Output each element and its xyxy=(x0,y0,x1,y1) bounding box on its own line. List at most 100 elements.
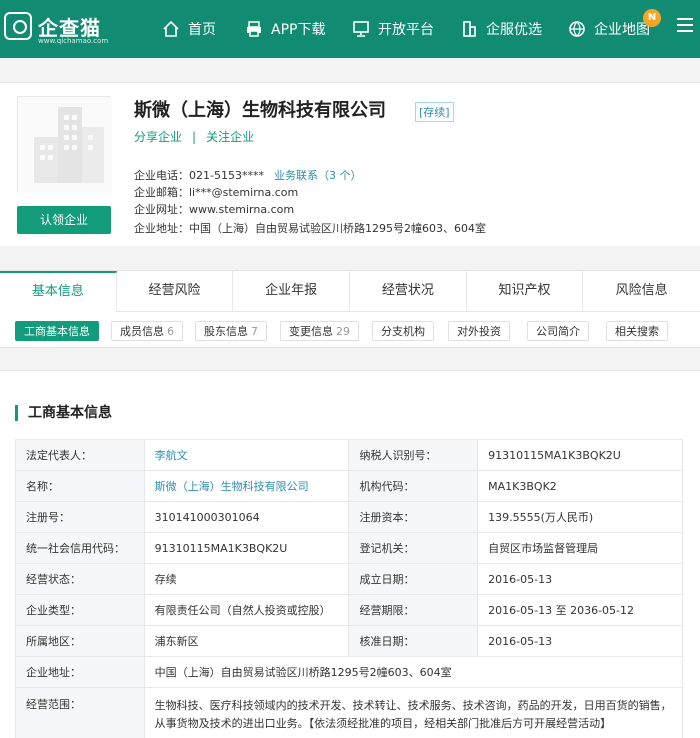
company-website-line: 企业网址：www.stemirna.com xyxy=(134,201,294,217)
monitor-icon xyxy=(353,21,369,37)
business-contact-link[interactable]: 业务联系（3 个） xyxy=(274,169,362,182)
company-email-line: 企业邮箱：li***@stemirna.com xyxy=(134,184,298,200)
tab-annual-report[interactable]: 企业年报 xyxy=(233,271,351,312)
table-row: 经营状态： 存续 成立日期： 2016-05-13 xyxy=(15,563,683,595)
subtab-business-info[interactable]: 工商基本信息 xyxy=(15,321,99,341)
tab-operation-risk[interactable]: 经营风险 xyxy=(117,271,234,312)
address-row-label: 企业地址： xyxy=(15,656,145,688)
subtab-label: 相关搜索 xyxy=(615,325,659,338)
new-badge: N xyxy=(643,9,661,27)
website-label: 企业网址： xyxy=(134,203,189,216)
op-term-value: 2016-05-13 至 2036-05-12 xyxy=(477,594,683,626)
subtab-count: 29 xyxy=(336,325,350,338)
company-phone-line: 企业电话：021-5153**** 业务联系（3 个） xyxy=(134,167,361,183)
company-type-label: 企业类型： xyxy=(15,594,145,626)
founded-date-label: 成立日期： xyxy=(348,563,479,595)
subtab-label: 对外投资 xyxy=(457,325,501,338)
subtab-label: 股东信息 xyxy=(204,325,248,338)
section-title: 工商基本信息 xyxy=(15,405,112,421)
phone-label: 企业电话： xyxy=(134,169,189,182)
building-placeholder-icon xyxy=(18,97,112,193)
main-tabs: 基本信息 经营风险 企业年报 经营状况 知识产权 风险信息 xyxy=(0,270,700,312)
nav-open-platform[interactable]: 开放平台 xyxy=(352,18,434,40)
subtab-company-intro[interactable]: 公司简介 xyxy=(527,321,589,341)
subtab-count: 6 xyxy=(167,325,174,338)
address-row-value: 中国（上海）自由贸易试验区川桥路1295号2幢603、604室 xyxy=(143,656,684,688)
nav-enterprise-map-label: 企业地图 xyxy=(594,22,650,38)
region-value: 浦东新区 xyxy=(143,625,350,657)
subtab-shareholders[interactable]: 股东信息 7 xyxy=(195,321,267,341)
subtab-label: 工商基本信息 xyxy=(24,325,90,338)
subtab-label: 成员信息 xyxy=(120,325,164,338)
business-info-table: 法定代表人： 李航文 纳税人识别号： 91310115MA1K3BQK2U 名称… xyxy=(15,439,684,738)
nav-open-platform-label: 开放平台 xyxy=(378,22,434,38)
nav-enterprise-map[interactable]: 企业地图 xyxy=(568,18,650,40)
building-icon xyxy=(463,21,476,37)
reg-capital-value: 139.5555(万人民币) xyxy=(477,501,683,533)
legal-rep-value[interactable]: 李航文 xyxy=(143,439,350,471)
scope-label: 经营范围： xyxy=(15,687,145,738)
subtab-members[interactable]: 成员信息 6 xyxy=(111,321,183,341)
company-actions: 分享企业 | 关注企业 xyxy=(134,128,254,145)
company-logo-placeholder xyxy=(17,96,112,193)
table-row: 名称： 斯微（上海）生物科技有限公司 机构代码： MA1K3BQK2 xyxy=(15,470,683,502)
op-status-label: 经营状态： xyxy=(15,563,145,595)
nav-app-download[interactable]: APP下载 xyxy=(245,18,325,40)
nav-home-label: 首页 xyxy=(188,22,216,38)
company-name: 斯微（上海）生物科技有限公司 xyxy=(134,100,386,121)
nav-enterprise-services[interactable]: 企服优选 xyxy=(460,18,542,40)
taxpayer-id-label: 纳税人识别号： xyxy=(348,439,479,471)
home-icon xyxy=(163,20,179,37)
table-row: 法定代表人： 李航文 纳税人识别号： 91310115MA1K3BQK2U xyxy=(15,439,683,471)
op-status-value: 存续 xyxy=(143,563,350,595)
op-term-label: 经营期限： xyxy=(348,594,479,626)
status-badge: [存续] xyxy=(415,102,454,122)
subtab-changes[interactable]: 变更信息 29 xyxy=(280,321,359,341)
tab-operation-status[interactable]: 经营状况 xyxy=(350,271,467,312)
table-row: 企业地址： 中国（上海）自由贸易试验区川桥路1295号2幢603、604室 xyxy=(15,656,684,688)
table-row: 统一社会信用代码： 91310115MA1K3BQK2U 登记机关： 自贸区市场… xyxy=(15,532,683,564)
taxpayer-id-value: 91310115MA1K3BQK2U xyxy=(477,439,683,471)
cat-logo-icon xyxy=(4,12,32,40)
reg-authority-value: 自贸区市场监督管理局 xyxy=(477,532,683,564)
name-value[interactable]: 斯微（上海）生物科技有限公司 xyxy=(143,470,350,502)
follow-company-link[interactable]: 关注企业 xyxy=(206,130,254,144)
website-value[interactable]: www.stemirna.com xyxy=(189,203,294,216)
email-label: 企业邮箱： xyxy=(134,186,189,199)
legal-rep-label: 法定代表人： xyxy=(15,439,145,471)
nav-home[interactable]: 首页 xyxy=(162,18,216,40)
credit-code-label: 统一社会信用代码： xyxy=(15,532,145,564)
scope-value: 生物科技、医疗科技领域内的技术开发、技术转让、技术服务、技术咨询，药品的开发，日… xyxy=(143,687,684,738)
subtab-branches[interactable]: 分支机构 xyxy=(372,321,434,341)
email-value: li***@stemirna.com xyxy=(189,186,299,199)
org-code-label: 机构代码： xyxy=(348,470,479,502)
name-label: 名称： xyxy=(15,470,145,502)
tab-intellectual-property[interactable]: 知识产权 xyxy=(467,271,584,312)
region-label: 所属地区： xyxy=(15,625,145,657)
table-row: 企业类型： 有限责任公司（自然人投资或控股） 经营期限： 2016-05-13 … xyxy=(15,594,683,626)
top-nav-bar: 企查猫 www.qichamao.com 首页 APP下载 开放平台 企服优选 … xyxy=(0,0,700,58)
credit-code-value: 91310115MA1K3BQK2U xyxy=(143,532,350,564)
business-info-section: 工商基本信息 法定代表人： 李航文 纳税人识别号： 91310115MA1K3B… xyxy=(0,370,700,738)
subtab-label: 分支机构 xyxy=(381,325,425,338)
tab-basic-info[interactable]: 基本信息 xyxy=(0,271,117,312)
table-row: 所属地区： 浦东新区 核准日期： 2016-05-13 xyxy=(15,625,683,657)
reg-no-value: 310141000301064 xyxy=(143,501,350,533)
printer-icon xyxy=(247,21,261,37)
tab-risk-info[interactable]: 风险信息 xyxy=(583,271,700,312)
approval-date-value: 2016-05-13 xyxy=(477,625,683,657)
claim-company-button[interactable]: 认领企业 xyxy=(17,206,111,234)
address-label: 企业地址： xyxy=(134,222,189,235)
hamburger-menu-icon[interactable] xyxy=(677,18,693,32)
company-card: 认领企业 斯微（上海）生物科技有限公司 [存续] 分享企业 | 关注企业 企业电话：… xyxy=(0,82,700,246)
reg-authority-label: 登记机关： xyxy=(348,532,479,564)
logo-subtext: www.qichamao.com xyxy=(38,37,109,45)
subtab-related-search[interactable]: 相关搜索 xyxy=(606,321,668,341)
nav-app-label: APP下载 xyxy=(271,22,326,38)
share-company-link[interactable]: 分享企业 xyxy=(134,130,182,144)
company-address-line: 企业地址：中国（上海）自由贸易试验区川桥路1295号2幢603、604室 xyxy=(134,220,486,236)
site-logo[interactable]: 企查猫 www.qichamao.com xyxy=(2,8,112,48)
subtab-investments[interactable]: 对外投资 xyxy=(448,321,510,341)
org-code-value: MA1K3BQK2 xyxy=(477,470,683,502)
table-row: 注册号： 310141000301064 注册资本： 139.5555(万人民币… xyxy=(15,501,683,533)
